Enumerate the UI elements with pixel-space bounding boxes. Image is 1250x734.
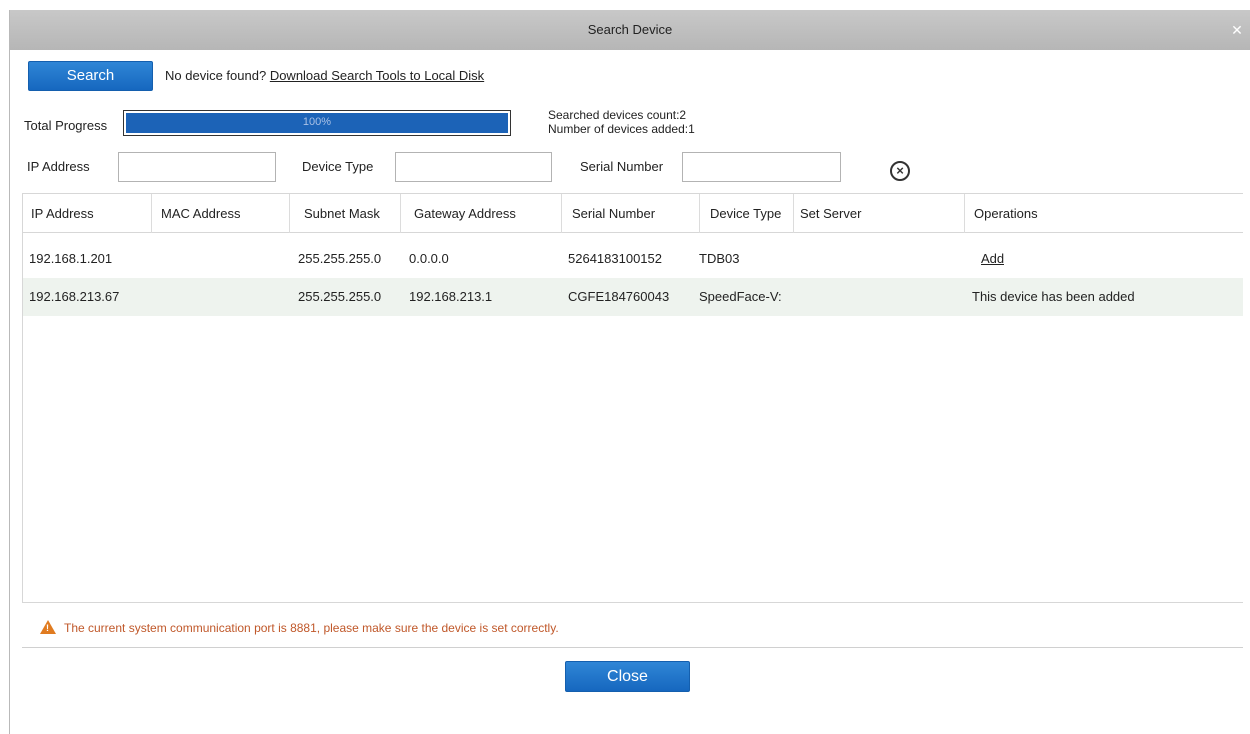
devices-added-count: Number of devices added:1 xyxy=(548,122,695,136)
cell-serial-number: 5264183100152 xyxy=(568,251,662,266)
column-header-serial-number[interactable]: Serial Number xyxy=(562,194,700,233)
total-progress-label: Total Progress xyxy=(24,118,108,133)
cell-gateway-address: 192.168.213.1 xyxy=(409,289,493,304)
cell-gateway-address: 0.0.0.0 xyxy=(409,251,449,266)
add-device-link[interactable]: Add xyxy=(981,240,1004,278)
cell-subnet-mask: 255.255.255.0 xyxy=(298,251,382,266)
column-header-subnet-mask[interactable]: Subnet Mask xyxy=(290,194,401,233)
no-device-message: No device found? Download Search Tools t… xyxy=(165,68,484,83)
cell-device-type: SpeedFace-V: xyxy=(699,289,782,304)
column-header-ip-address[interactable]: IP Address xyxy=(23,194,152,233)
table-header: IP Address MAC Address Subnet Mask Gatew… xyxy=(23,194,1243,233)
total-progress-bar: 100% xyxy=(123,110,511,136)
column-header-set-server[interactable]: Set Server xyxy=(794,194,965,233)
cell-serial-number: CGFE184760043 xyxy=(568,289,670,304)
column-header-mac-address[interactable]: MAC Address xyxy=(152,194,290,233)
progress-percent: 100% xyxy=(302,116,332,128)
close-button[interactable]: Close xyxy=(565,661,690,692)
progress-fill: 100% xyxy=(126,113,508,133)
ip-filter-label: IP Address xyxy=(27,159,90,174)
close-icon[interactable]: ✕ xyxy=(1230,23,1244,37)
device-type-filter-input[interactable] xyxy=(395,152,552,182)
table-row[interactable]: 192.168.1.201 255.255.255.0 0.0.0.0 5264… xyxy=(23,240,1243,278)
column-header-gateway-address[interactable]: Gateway Address xyxy=(401,194,562,233)
footer-divider xyxy=(22,647,1243,648)
no-device-text: No device found? xyxy=(165,68,267,83)
port-warning-text: The current system communication port is… xyxy=(64,621,559,635)
clear-circle-icon[interactable]: × xyxy=(890,161,910,181)
serial-number-filter-input[interactable] xyxy=(682,152,841,182)
download-search-tools-link[interactable]: Download Search Tools to Local Disk xyxy=(270,68,484,83)
warning-icon: ! xyxy=(40,620,56,634)
cell-device-type: TDB03 xyxy=(699,251,740,266)
column-header-operations[interactable]: Operations xyxy=(965,194,1244,233)
searched-devices-count: Searched devices count:2 xyxy=(548,108,687,122)
cell-ip-address: 192.168.213.67 xyxy=(29,289,120,304)
device-table: IP Address MAC Address Subnet Mask Gatew… xyxy=(22,193,1243,603)
device-type-filter-label: Device Type xyxy=(302,159,374,174)
search-device-dialog: Search Device ✕ Search No device found? … xyxy=(9,10,1250,734)
serial-number-filter-label: Serial Number xyxy=(580,159,664,174)
column-header-device-type[interactable]: Device Type xyxy=(700,194,794,233)
table-row[interactable]: 192.168.213.67 255.255.255.0 192.168.213… xyxy=(23,278,1243,316)
cell-subnet-mask: 255.255.255.0 xyxy=(298,289,382,304)
ip-address-filter-input[interactable] xyxy=(118,152,276,182)
port-warning: ! The current system communication port i… xyxy=(40,620,559,635)
search-stats: Searched devices count:2 Number of devic… xyxy=(548,108,695,136)
dialog-title-bar: Search Device ✕ xyxy=(10,10,1250,50)
device-added-status: This device has been added xyxy=(972,289,1135,304)
dialog-title: Search Device xyxy=(587,22,673,37)
cell-ip-address: 192.168.1.201 xyxy=(29,251,113,266)
search-button[interactable]: Search xyxy=(28,61,153,91)
